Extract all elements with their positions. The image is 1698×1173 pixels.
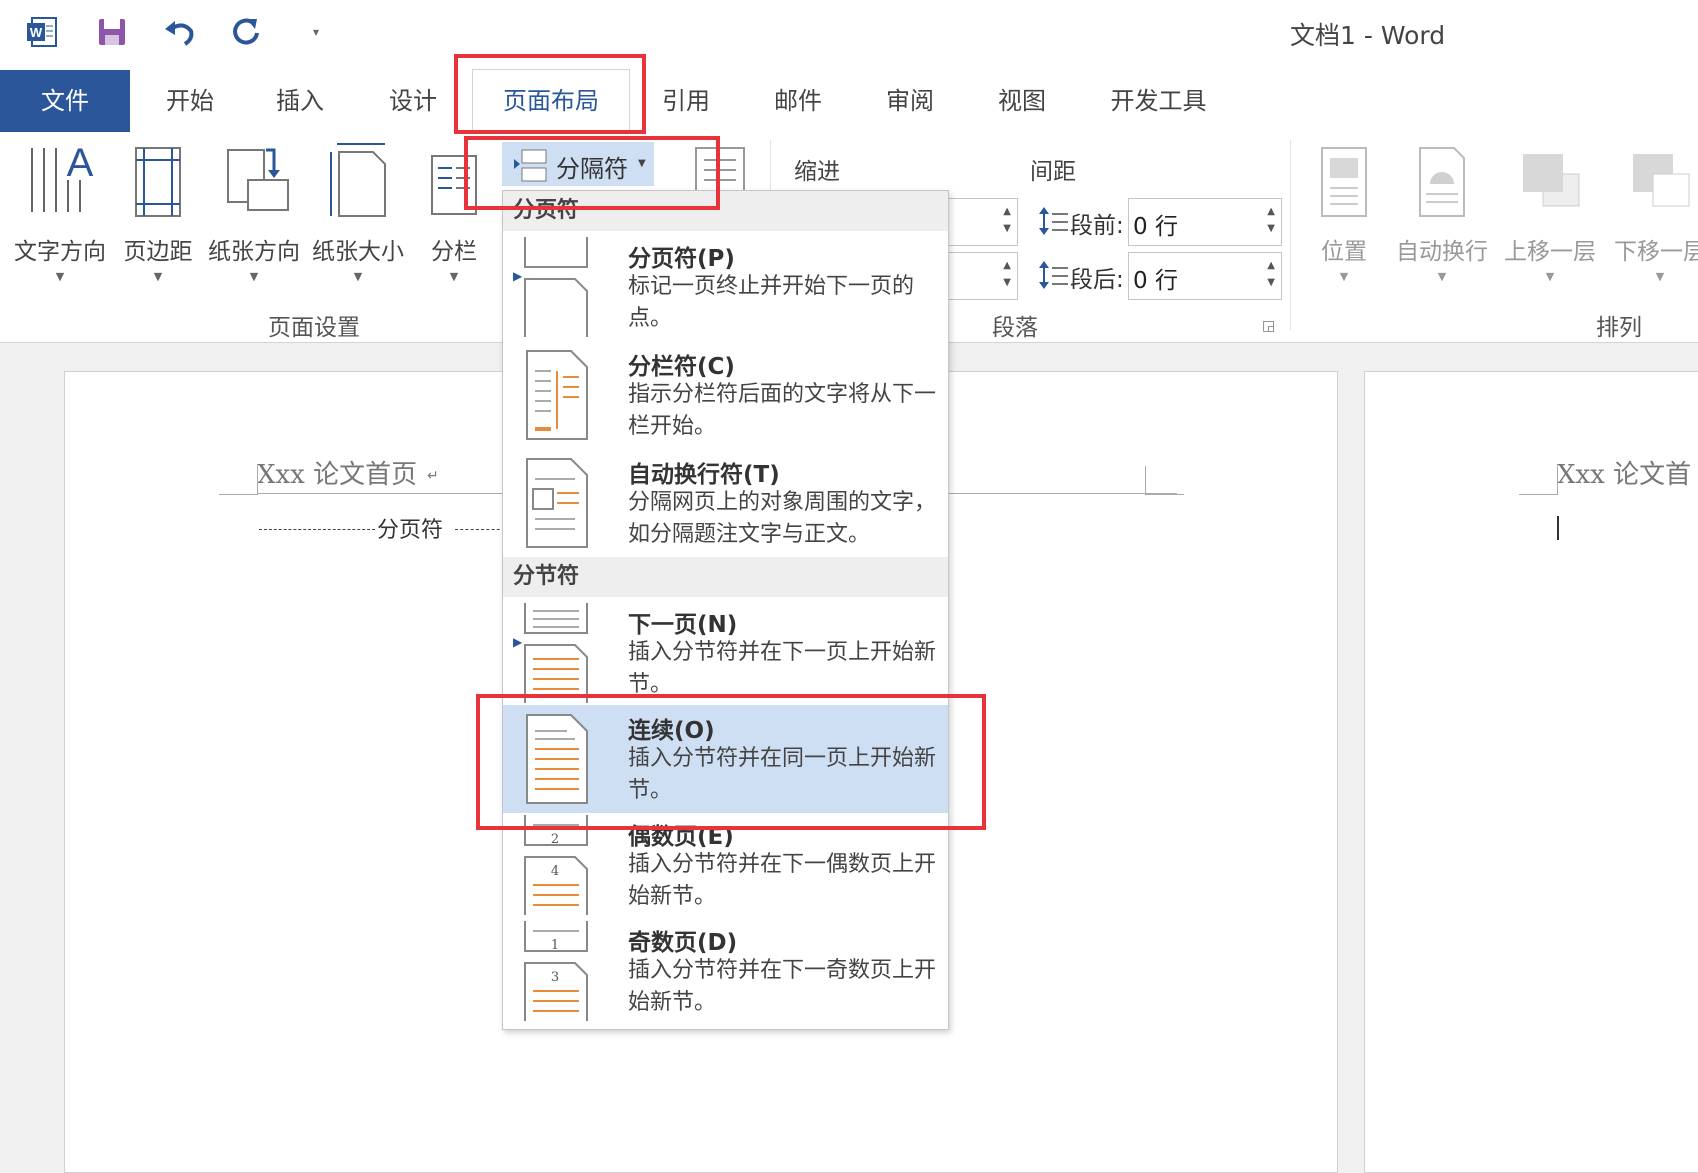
- svg-text:4: 4: [551, 864, 559, 879]
- bring-forward-button[interactable]: 上移一层 ▼: [1500, 140, 1600, 283]
- tab-references[interactable]: 引用: [636, 70, 736, 132]
- tab-design[interactable]: 设计: [363, 70, 463, 132]
- indent-left-input[interactable]: ▲ ▼: [948, 198, 1018, 246]
- customize-qat-icon[interactable]: ▾: [306, 12, 326, 52]
- chevron-down-icon: ▼: [449, 270, 459, 283]
- text-direction-icon: A: [31, 141, 94, 212]
- tab-insert[interactable]: 插入: [250, 70, 350, 132]
- page-break-icon: [524, 237, 588, 337]
- send-backward-button[interactable]: 下移一层 ▼: [1610, 140, 1698, 283]
- section-breaks-header: 分节符: [503, 557, 948, 597]
- spin-arrows-icon[interactable]: ▲ ▼: [1003, 203, 1011, 237]
- bring-forward-icon: [1523, 154, 1580, 207]
- tab-developer[interactable]: 开发工具: [1096, 70, 1221, 132]
- page-2-header-text[interactable]: Xxx 论文首: [1557, 454, 1691, 491]
- dialog-launcher-icon[interactable]: ◲: [1262, 318, 1275, 334]
- indent-right-input[interactable]: ▲ ▼: [948, 252, 1018, 300]
- next-page-icon: [524, 603, 588, 703]
- paper-size-icon: [330, 143, 386, 217]
- size-button[interactable]: 纸张大小 ▼: [308, 140, 408, 283]
- arrange-group-label: 排列: [1596, 315, 1642, 341]
- position-icon: [1321, 147, 1367, 217]
- chevron-down-icon: ▼: [353, 270, 363, 283]
- header-corner-mark: [1145, 466, 1184, 495]
- chevron-down-icon: ▼: [1655, 270, 1665, 283]
- save-icon[interactable]: [92, 12, 132, 52]
- page-break-label: 分页符: [377, 518, 444, 543]
- word-logo-icon: W: [22, 12, 62, 52]
- page-1-header-text[interactable]: Xxx 论文首页: [257, 454, 417, 491]
- menu-item-column-break[interactable]: 分栏符(C) 指示分栏符后面的文字将从下一栏开始。: [503, 341, 948, 449]
- spacing-after-icon: [1036, 258, 1070, 296]
- title-bar: W ▾ 文档1 - Word: [0, 0, 1698, 70]
- spacing-after-input[interactable]: 0 行 ▲ ▼: [1128, 252, 1282, 300]
- triangle-right-icon: ▶: [513, 635, 523, 649]
- window-title: 文档1 - Word: [1290, 21, 1446, 50]
- ribbon-tabs: 文件 开始 插入 设计 页面布局 引用 邮件 审阅 视图 开发工具: [0, 69, 1698, 133]
- breaks-dropdown: 分页符 ▶ 分页符(P) 标记一页终止并开始下一页的点。 分栏符(C) 指示分栏…: [502, 190, 949, 1030]
- tab-file[interactable]: 文件: [0, 70, 130, 132]
- orientation-button[interactable]: 纸张方向 ▼: [204, 140, 304, 283]
- chevron-down-icon: ▼: [249, 270, 259, 283]
- page-setup-group-label: 页面设置: [268, 315, 360, 341]
- position-button[interactable]: 位置 ▼: [1308, 140, 1380, 283]
- text-direction-button[interactable]: A 文字方向 ▼: [8, 140, 112, 283]
- svg-text:W: W: [30, 25, 43, 40]
- page-break-line: [455, 529, 505, 530]
- group-separator: [1290, 140, 1291, 330]
- even-page-icon: 24: [524, 815, 588, 915]
- paragraph-group-label: 段落: [992, 315, 1038, 341]
- text-cursor: [1557, 516, 1559, 540]
- wrap-text-icon: [1419, 147, 1465, 217]
- svg-text:3: 3: [551, 970, 559, 985]
- chevron-down-icon: ▼: [55, 270, 65, 283]
- spacing-before-label: 段前:: [1070, 213, 1124, 239]
- page-break-line: [259, 529, 375, 530]
- margins-button[interactable]: 页边距 ▼: [118, 140, 198, 283]
- tab-home[interactable]: 开始: [140, 70, 240, 132]
- header-corner-mark: [219, 466, 258, 495]
- orientation-icon: [227, 148, 289, 211]
- tab-view[interactable]: 视图: [972, 70, 1072, 132]
- menu-item-page-break[interactable]: ▶ 分页符(P) 标记一页终止并开始下一页的点。: [503, 233, 948, 341]
- chevron-down-icon: ▼: [1437, 270, 1447, 283]
- wrap-text-button[interactable]: 自动换行 ▼: [1392, 140, 1492, 283]
- menu-item-next-page[interactable]: ▶ 下一页(N) 插入分节符并在下一页上开始新节。: [503, 599, 948, 707]
- spacing-after-label: 段后:: [1070, 267, 1124, 293]
- text-wrapping-break-icon: [526, 458, 588, 548]
- svg-text:A: A: [67, 141, 94, 185]
- triangle-right-icon: ▶: [513, 269, 523, 283]
- chevron-down-icon: ▼: [153, 270, 163, 283]
- spin-arrows-icon[interactable]: ▲ ▼: [1267, 203, 1275, 237]
- redo-icon[interactable]: [226, 12, 266, 52]
- page-2[interactable]: Xxx 论文首: [1364, 371, 1698, 1173]
- svg-text:2: 2: [551, 832, 559, 847]
- odd-page-icon: 13: [524, 921, 588, 1021]
- menu-item-text-wrapping-break[interactable]: 自动换行符(T) 分隔网页上的对象周围的文字，如分隔题注文字与正文。: [503, 449, 948, 557]
- chevron-down-icon: ▼: [1545, 270, 1555, 283]
- send-backward-icon: [1633, 154, 1690, 207]
- spin-arrows-icon[interactable]: ▲ ▼: [1003, 257, 1011, 291]
- annotation-box-layout-tab: [454, 54, 646, 134]
- svg-text:1: 1: [551, 938, 559, 953]
- annotation-box-breaks: [464, 136, 720, 210]
- tab-review[interactable]: 审阅: [860, 70, 960, 132]
- header-corner-mark: [1519, 466, 1558, 495]
- spacing-before-input[interactable]: 0 行 ▲ ▼: [1128, 198, 1282, 246]
- chevron-down-icon: ▼: [1339, 270, 1349, 283]
- annotation-box-continuous: [476, 694, 986, 830]
- spacing-before-icon: [1036, 204, 1070, 242]
- column-break-icon: [526, 350, 588, 440]
- undo-icon[interactable]: [160, 12, 200, 52]
- menu-item-odd-page[interactable]: 13 奇数页(D) 插入分节符并在下一奇数页上开始新节。: [503, 917, 948, 1025]
- indent-label: 缩进: [794, 159, 840, 185]
- paragraph-mark-icon: ↵: [427, 468, 439, 484]
- spacing-label: 间距: [1030, 159, 1076, 185]
- margins-icon: [135, 147, 181, 217]
- spin-arrows-icon[interactable]: ▲ ▼: [1267, 257, 1275, 291]
- tab-mailings[interactable]: 邮件: [748, 70, 848, 132]
